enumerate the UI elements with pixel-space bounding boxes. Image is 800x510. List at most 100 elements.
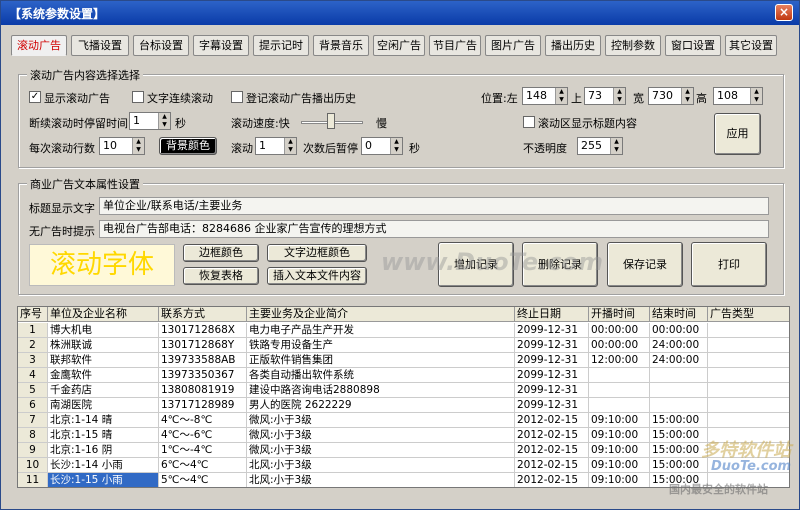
table-cell[interactable]: 3 [18, 353, 48, 368]
column-header[interactable]: 广告类型 [708, 307, 789, 322]
spin-arrows-icon[interactable]: ▲ ▼ [132, 138, 144, 154]
noad-field[interactable]: 电视台广告部电话：8284686 企业家广告宣传的理想方式 [99, 220, 769, 238]
tab-window-settings[interactable]: 窗口设置 [665, 35, 721, 56]
table-cell[interactable]: 2012-02-15 [515, 443, 589, 458]
table-cell[interactable]: 00:00:00 [589, 323, 650, 338]
save-record-button[interactable]: 保存记录 [607, 242, 683, 287]
insert-text-button[interactable]: 插入文本文件内容 [267, 267, 367, 285]
tab-other-settings[interactable]: 其它设置 [725, 35, 777, 56]
table-cell[interactable]: 2099-12-31 [515, 383, 589, 398]
table-cell[interactable]: 长沙:1-15 小雨 [48, 473, 159, 487]
spin-arrows-icon[interactable]: ▲ ▼ [681, 88, 693, 104]
table-cell[interactable] [708, 383, 789, 398]
show-title-checkbox[interactable] [523, 116, 535, 128]
table-cell[interactable] [708, 353, 789, 368]
table-cell[interactable]: 北风:小于3级 [247, 458, 515, 473]
spin-arrows-icon[interactable]: ▲ ▼ [610, 138, 622, 154]
table-cell[interactable]: 微风:小于3级 [247, 413, 515, 428]
table-cell[interactable]: 2099-12-31 [515, 353, 589, 368]
text-border-color-button[interactable]: 文字边框颜色 [267, 244, 367, 262]
top-spinner[interactable]: 73 ▲ ▼ [584, 87, 626, 105]
table-cell[interactable]: 09:10:00 [589, 443, 650, 458]
table-cell[interactable]: 北京:1-14 晴 [48, 413, 159, 428]
table-cell[interactable] [708, 338, 789, 353]
tab-play-history[interactable]: 播出历史 [545, 35, 601, 56]
table-cell[interactable]: 4 [18, 368, 48, 383]
table-cell[interactable]: 5℃～4℃ [159, 473, 247, 487]
opacity-spinner[interactable]: 255 ▲ ▼ [577, 137, 623, 155]
table-cell[interactable]: 2099-12-31 [515, 398, 589, 413]
table-cell[interactable]: 4℃～-6℃ [159, 428, 247, 443]
table-cell[interactable]: 2099-12-31 [515, 368, 589, 383]
apply-button[interactable]: 应用 [714, 113, 761, 155]
table-cell[interactable]: 09:10:00 [589, 458, 650, 473]
table-cell[interactable]: 6 [18, 398, 48, 413]
text-continuous-checkbox[interactable] [132, 91, 144, 103]
table-cell[interactable]: 建设中路咨询电话2880898 [247, 383, 515, 398]
spin-arrows-icon[interactable]: ▲ ▼ [390, 138, 402, 154]
times-spinner[interactable]: 0 ▲ ▼ [361, 137, 403, 155]
column-header[interactable]: 序号 [18, 307, 48, 322]
tab-station-logo[interactable]: 台标设置 [133, 35, 189, 56]
table-cell[interactable]: 北京:1-15 晴 [48, 428, 159, 443]
table-cell[interactable] [589, 368, 650, 383]
table-cell[interactable]: 09:10:00 [589, 413, 650, 428]
table-cell[interactable]: 139733588AB [159, 353, 247, 368]
spin-arrows-icon[interactable]: ▲ ▼ [613, 88, 625, 104]
table-cell[interactable]: 09:10:00 [589, 473, 650, 487]
table-cell[interactable] [589, 398, 650, 413]
tab-timer[interactable]: 提示记时 [253, 35, 309, 56]
tab-program-ad[interactable]: 节目广告 [429, 35, 481, 56]
table-cell[interactable]: 1301712868X [159, 323, 247, 338]
table-cell[interactable] [650, 383, 708, 398]
bg-color-button[interactable]: 背景颜色 [159, 137, 217, 155]
table-cell[interactable]: 铁路专用设备生产 [247, 338, 515, 353]
column-header[interactable]: 主要业务及企业简介 [247, 307, 515, 322]
table-cell[interactable]: 各类自动播出软件系统 [247, 368, 515, 383]
table-cell[interactable]: 13973350367 [159, 368, 247, 383]
table-cell[interactable]: 长沙:1-14 小雨 [48, 458, 159, 473]
tab-bg-music[interactable]: 背景音乐 [313, 35, 369, 56]
table-cell[interactable]: 4℃～-8℃ [159, 413, 247, 428]
table-cell[interactable]: 2099-12-31 [515, 323, 589, 338]
ad-table[interactable]: 序号 单位及企业名称 联系方式 主要业务及企业简介 终止日期 开播时间 结束时间 广告类型 1 博… [17, 306, 790, 488]
spin-arrows-icon[interactable]: ▲ ▼ [158, 113, 170, 129]
close-button[interactable]: × [775, 4, 793, 21]
table-cell[interactable]: 千金药店 [48, 383, 159, 398]
table-cell[interactable]: 联邦软件 [48, 353, 159, 368]
column-header[interactable]: 结束时间 [650, 307, 708, 322]
table-cell[interactable] [708, 368, 789, 383]
table-cell[interactable]: 15:00:00 [650, 428, 708, 443]
table-cell[interactable]: 正版软件销售集团 [247, 353, 515, 368]
table-cell[interactable]: 北京:1-16 阴 [48, 443, 159, 458]
table-cell[interactable]: 电力电子产品生产开发 [247, 323, 515, 338]
log-history-checkbox[interactable] [231, 91, 243, 103]
table-cell[interactable]: 9 [18, 443, 48, 458]
tab-subtitle[interactable]: 字幕设置 [193, 35, 249, 56]
restore-table-button[interactable]: 恢复表格 [183, 267, 259, 285]
table-cell[interactable]: 24:00:00 [650, 353, 708, 368]
table-cell[interactable]: 15:00:00 [650, 458, 708, 473]
table-cell[interactable]: 株洲联诚 [48, 338, 159, 353]
table-cell[interactable]: 8 [18, 428, 48, 443]
table-cell[interactable]: 15:00:00 [650, 413, 708, 428]
table-cell[interactable]: 15:00:00 [650, 443, 708, 458]
table-cell[interactable]: 5 [18, 383, 48, 398]
table-cell[interactable]: 1 [18, 323, 48, 338]
table-cell[interactable] [589, 383, 650, 398]
tab-fly-play[interactable]: 飞播设置 [71, 35, 129, 56]
table-cell[interactable] [650, 368, 708, 383]
spin-arrows-icon[interactable]: ▲ ▼ [284, 138, 296, 154]
column-header[interactable]: 开播时间 [589, 307, 650, 322]
title-text-field[interactable]: 单位企业/联系电话/主要业务 [99, 197, 769, 215]
pause-spinner[interactable]: 1 ▲ ▼ [129, 112, 171, 130]
lines-spinner[interactable]: 10 ▲ ▼ [99, 137, 145, 155]
table-cell[interactable]: 6℃～4℃ [159, 458, 247, 473]
table-cell[interactable]: 微风:小于3级 [247, 428, 515, 443]
table-cell[interactable]: 2012-02-15 [515, 473, 589, 487]
table-cell[interactable]: 12:00:00 [589, 353, 650, 368]
table-cell[interactable]: 24:00:00 [650, 338, 708, 353]
column-header[interactable]: 单位及企业名称 [48, 307, 159, 322]
table-cell[interactable]: 1301712868Y [159, 338, 247, 353]
column-header[interactable]: 终止日期 [515, 307, 589, 322]
